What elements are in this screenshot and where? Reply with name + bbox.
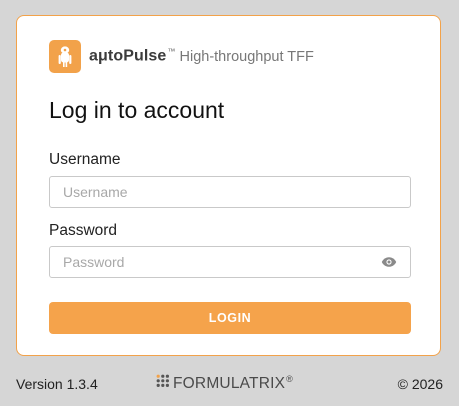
footer-brand: FORMULATRIX®	[156, 374, 293, 393]
copyright-text: © 2026	[397, 376, 443, 392]
eye-icon[interactable]	[381, 255, 397, 269]
company-name: FORMULATRIX®	[173, 374, 293, 393]
brand-header: aμtoPulse™ High-throughput TFF	[49, 40, 314, 73]
page-title: Log in to account	[49, 97, 225, 123]
password-label: Password	[49, 222, 118, 239]
password-input[interactable]	[50, 247, 410, 277]
login-button[interactable]: LOGIN	[49, 302, 411, 334]
username-field-wrapper	[49, 176, 411, 208]
brand-subtitle: High-throughput TFF	[179, 48, 314, 65]
username-label: Username	[49, 151, 121, 168]
version-text: Version 1.3.4	[16, 376, 98, 392]
login-card: aμtoPulse™ High-throughput TFF Log in to…	[16, 15, 441, 356]
brand-trademark: ™	[167, 47, 176, 57]
brand-name: aμtoPulse™	[89, 47, 176, 65]
autopulse-logo-icon	[49, 40, 81, 73]
company-registered-mark: ®	[286, 374, 293, 384]
formulatrix-dots-icon	[156, 374, 170, 393]
username-input[interactable]	[50, 177, 410, 207]
password-field-wrapper	[49, 246, 411, 278]
